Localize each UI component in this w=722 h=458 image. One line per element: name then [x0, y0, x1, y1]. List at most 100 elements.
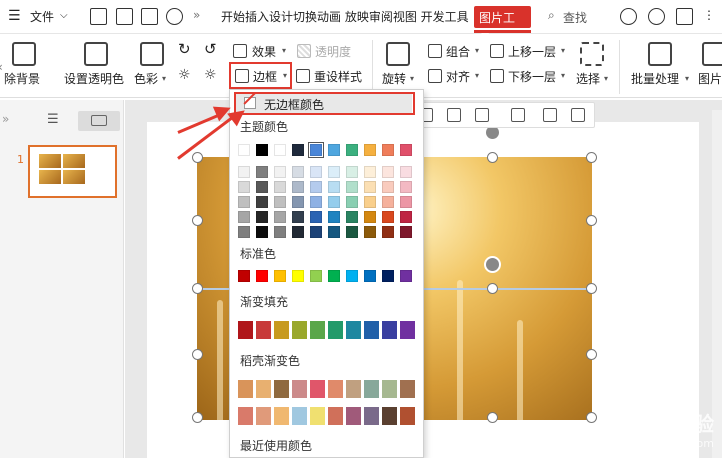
- color-swatch[interactable]: [346, 226, 358, 238]
- combine-icon[interactable]: [511, 108, 525, 122]
- set-transparent-button[interactable]: 设置透明色: [64, 70, 124, 87]
- shell-gradient-swatch[interactable]: [382, 407, 397, 425]
- color-swatch[interactable]: [292, 226, 304, 238]
- shell-gradient-swatch[interactable]: [238, 380, 253, 398]
- select-button[interactable]: 选择: [576, 70, 600, 87]
- color-swatch[interactable]: [328, 144, 340, 156]
- color-swatch[interactable]: [382, 144, 394, 156]
- remove-background-button[interactable]: 除背景: [4, 70, 40, 87]
- reset-style-button[interactable]: 重设样式: [314, 68, 362, 85]
- color-swatch[interactable]: [346, 144, 358, 156]
- standard-color-swatch[interactable]: [400, 270, 412, 282]
- tab-picture-tools[interactable]: 图片工具: [474, 6, 531, 42]
- layout-icon[interactable]: [571, 108, 585, 122]
- print-icon[interactable]: [141, 8, 158, 25]
- gradient-swatch[interactable]: [310, 321, 325, 339]
- shell-gradient-swatch[interactable]: [274, 380, 289, 398]
- brightness-down-icon[interactable]: ☼: [204, 67, 217, 83]
- resize-handle[interactable]: [586, 152, 597, 163]
- color-swatch[interactable]: [238, 226, 250, 238]
- bring-forward-button[interactable]: 上移一层: [508, 43, 556, 60]
- color-swatch[interactable]: [256, 166, 268, 178]
- color-swatch[interactable]: [256, 144, 268, 156]
- standard-color-swatch[interactable]: [274, 270, 286, 282]
- chevron-down-icon[interactable]: ▾: [475, 46, 479, 55]
- color-swatch[interactable]: [310, 181, 322, 193]
- color-swatch[interactable]: [382, 226, 394, 238]
- color-swatch[interactable]: [256, 211, 268, 223]
- chevron-down-icon[interactable]: ▾: [162, 74, 166, 83]
- wrap-icon[interactable]: [543, 108, 557, 122]
- shell-gradient-swatch[interactable]: [382, 380, 397, 398]
- standard-color-swatch[interactable]: [238, 270, 250, 282]
- color-swatch[interactable]: [310, 226, 322, 238]
- shell-gradient-swatch[interactable]: [274, 407, 289, 425]
- color-swatch[interactable]: [364, 196, 376, 208]
- shell-gradient-swatch[interactable]: [328, 380, 343, 398]
- save-icon[interactable]: [90, 8, 107, 25]
- color-swatch[interactable]: [308, 142, 324, 158]
- color-swatch[interactable]: [238, 181, 250, 193]
- resize-handle[interactable]: [192, 349, 203, 360]
- shell-gradient-swatch[interactable]: [310, 380, 325, 398]
- color-swatch[interactable]: [310, 211, 322, 223]
- color-swatch[interactable]: [328, 196, 340, 208]
- resize-handle[interactable]: [487, 412, 498, 423]
- standard-color-swatch[interactable]: [256, 270, 268, 282]
- more-icon[interactable]: »: [193, 8, 200, 22]
- color-swatch[interactable]: [346, 196, 358, 208]
- cloud-icon[interactable]: [620, 8, 637, 25]
- chevron-down-icon[interactable]: ▾: [410, 74, 414, 83]
- collapse-panel-icon[interactable]: »: [2, 112, 9, 126]
- shell-gradient-swatch[interactable]: [328, 407, 343, 425]
- align-middle-icon[interactable]: [475, 108, 489, 122]
- shell-gradient-swatch[interactable]: [292, 407, 307, 425]
- shell-gradient-swatch[interactable]: [238, 407, 253, 425]
- outline-view-icon[interactable]: ☰: [47, 112, 59, 127]
- color-swatch[interactable]: [364, 181, 376, 193]
- color-swatch[interactable]: [400, 196, 412, 208]
- color-swatch[interactable]: [256, 196, 268, 208]
- color-swatch[interactable]: [382, 181, 394, 193]
- rotate-handle-icon[interactable]: [484, 256, 501, 273]
- color-swatch[interactable]: [328, 166, 340, 178]
- standard-color-swatch[interactable]: [346, 270, 358, 282]
- color-swatch[interactable]: [364, 211, 376, 223]
- gradient-swatch[interactable]: [400, 321, 415, 339]
- resize-handle[interactable]: [192, 283, 203, 294]
- standard-color-swatch[interactable]: [310, 270, 322, 282]
- bring-forward-icon[interactable]: [490, 44, 504, 58]
- shell-gradient-swatch[interactable]: [346, 407, 361, 425]
- color-swatch[interactable]: [310, 196, 322, 208]
- shell-gradient-swatch[interactable]: [400, 407, 415, 425]
- color-swatch[interactable]: [274, 196, 286, 208]
- color-swatch[interactable]: [274, 181, 286, 193]
- color-swatch[interactable]: [310, 166, 322, 178]
- gradient-swatch[interactable]: [328, 321, 343, 339]
- color-swatch[interactable]: [256, 226, 268, 238]
- rotate-icon[interactable]: [386, 42, 410, 66]
- color-swatch[interactable]: [346, 166, 358, 178]
- shell-gradient-swatch[interactable]: [256, 407, 271, 425]
- gradient-swatch[interactable]: [364, 321, 379, 339]
- standard-color-swatch[interactable]: [382, 270, 394, 282]
- align-icon[interactable]: [428, 69, 442, 83]
- color-swatch[interactable]: [400, 226, 412, 238]
- color-swatch[interactable]: [328, 226, 340, 238]
- color-swatch[interactable]: [382, 166, 394, 178]
- hamburger-icon[interactable]: ☰: [8, 8, 21, 24]
- shell-gradient-swatch[interactable]: [292, 380, 307, 398]
- search-icon[interactable]: ⌕: [548, 8, 555, 23]
- shell-gradient-swatch[interactable]: [400, 380, 415, 398]
- color-swatch[interactable]: [274, 226, 286, 238]
- standard-color-swatch[interactable]: [364, 270, 376, 282]
- resize-handle[interactable]: [586, 412, 597, 423]
- batch-process-icon[interactable]: [648, 42, 672, 66]
- send-backward-button[interactable]: 下移一层: [508, 68, 556, 85]
- shell-gradient-swatch[interactable]: [346, 380, 361, 398]
- group-button[interactable]: 组合: [446, 43, 470, 60]
- gradient-swatch[interactable]: [346, 321, 361, 339]
- resize-handle[interactable]: [192, 215, 203, 226]
- shell-gradient-swatch[interactable]: [364, 407, 379, 425]
- chevron-down-icon[interactable]: ▾: [282, 46, 286, 55]
